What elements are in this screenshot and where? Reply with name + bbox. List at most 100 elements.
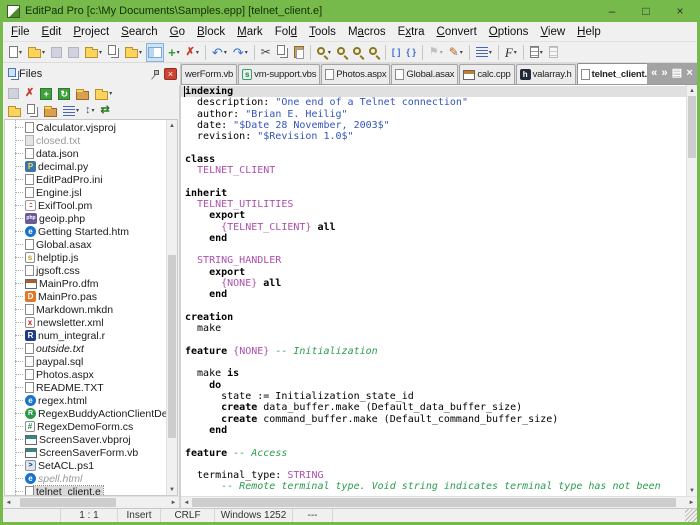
code-line[interactable] <box>185 244 686 255</box>
code-line[interactable] <box>185 176 686 187</box>
paste-button[interactable] <box>292 43 306 62</box>
dropdown-arrow-icon[interactable]: ▾ <box>76 107 79 114</box>
scroll-left-icon[interactable]: ◄ <box>181 500 192 506</box>
tab-photos-aspx[interactable]: Photos.aspx <box>321 64 390 84</box>
tree-item[interactable]: ::ExifTool.pm <box>5 199 166 212</box>
open-file-button[interactable]: ▾ <box>26 43 47 62</box>
tree-item[interactable]: Calculator.vjsproj <box>5 121 166 134</box>
browse-folder-button[interactable] <box>42 101 59 120</box>
fold-button[interactable]: ▾ <box>528 43 545 62</box>
dropdown-arrow-icon[interactable]: ▾ <box>540 49 543 56</box>
match-bracket-button[interactable]: [ ] <box>390 43 403 62</box>
dropdown-arrow-icon[interactable]: ▾ <box>460 49 463 56</box>
new-document-button[interactable]: +▾ <box>166 43 182 62</box>
copy-button[interactable] <box>275 43 290 62</box>
dropdown-arrow-icon[interactable]: ▾ <box>99 49 102 56</box>
save-file-button[interactable] <box>6 84 21 103</box>
code-line[interactable]: create data_buffer.make (Default_data_bu… <box>185 402 686 413</box>
code-line[interactable]: export <box>185 210 686 221</box>
dropdown-arrow-icon[interactable]: ▾ <box>42 49 45 56</box>
tree-item[interactable]: data.json <box>5 147 166 160</box>
search-button[interactable]: ▾ <box>315 43 333 62</box>
menu-extra[interactable]: Extra <box>392 24 431 40</box>
dropdown-arrow-icon[interactable]: ▾ <box>196 49 199 56</box>
dropdown-arrow-icon[interactable]: ▾ <box>19 49 22 56</box>
highlight-pen-button[interactable]: ✎▾ <box>447 43 465 62</box>
code-line[interactable]: {TELNET_CLIENT} all <box>185 222 686 233</box>
scroll-up-icon[interactable]: ▲ <box>167 120 177 131</box>
code-line[interactable]: author: "Brian E. Heilig" <box>185 109 686 120</box>
code-line[interactable]: description: "One end of a Telnet connec… <box>185 97 686 108</box>
code-line[interactable]: feature -- Access <box>185 448 686 459</box>
menu-go[interactable]: Go <box>164 24 191 40</box>
tree-item[interactable]: Engine.jsl <box>5 186 166 199</box>
tab-close-button[interactable]: × <box>686 68 692 79</box>
new-file-button[interactable]: ▾ <box>7 43 24 62</box>
dropdown-arrow-icon[interactable]: ▾ <box>245 49 248 56</box>
menu-search[interactable]: Search <box>115 24 163 40</box>
code-line[interactable]: indexing <box>181 86 686 97</box>
tree-scroll-thumb[interactable] <box>168 255 176 439</box>
tree-item[interactable]: jgsoft.css <box>5 264 166 277</box>
open-folder-button[interactable] <box>6 101 23 120</box>
code-line[interactable]: terminal_type: STRING <box>185 470 686 481</box>
code-line[interactable]: STRING_HANDLER <box>185 255 686 266</box>
code-line[interactable]: TELNET_UTILITIES <box>185 199 686 210</box>
tree-hscroll-track[interactable] <box>14 497 168 508</box>
status-segment[interactable]: 1 : 1 <box>61 509 118 522</box>
resize-grip-icon[interactable] <box>685 509 697 522</box>
sort-files-button[interactable]: ↕▾ <box>83 101 97 120</box>
code-line[interactable] <box>185 335 686 346</box>
code-line[interactable]: feature {NONE} -- Initialization <box>185 346 686 357</box>
tree-item[interactable]: EditPadPro.ini <box>5 173 166 186</box>
code-area[interactable]: indexing description: "One end of a Teln… <box>181 85 686 496</box>
maximize-button[interactable]: □ <box>629 0 663 22</box>
dropdown-arrow-icon[interactable]: ▾ <box>92 107 95 114</box>
line-numbers-button[interactable]: ▾ <box>474 43 494 62</box>
status-segment[interactable]: --- <box>293 509 333 522</box>
menu-file[interactable]: File <box>5 24 36 40</box>
tree-item[interactable]: Photos.aspx <box>5 368 166 381</box>
status-segment[interactable]: Windows 1252 <box>215 509 293 522</box>
editor-vertical-scrollbar[interactable]: ▲ ▼ <box>686 85 697 496</box>
dropdown-arrow-icon[interactable]: ▾ <box>177 49 180 56</box>
editor-scroll-track[interactable] <box>687 96 697 485</box>
tree-item[interactable]: Global.asax <box>5 238 166 251</box>
menu-help[interactable]: Help <box>571 24 607 40</box>
tree-item[interactable]: Markdown.mkdn <box>5 303 166 316</box>
tab-scroll-left-button[interactable]: « <box>651 68 657 79</box>
menu-view[interactable]: View <box>534 24 571 40</box>
scroll-right-icon[interactable]: ► <box>686 500 697 506</box>
favorites-button[interactable] <box>106 43 121 62</box>
tree-vertical-scrollbar[interactable]: ▲ ▼ <box>166 120 177 495</box>
tree-item[interactable]: #RegexDemoForm.cs <box>5 420 166 433</box>
scroll-down-icon[interactable]: ▼ <box>687 485 697 496</box>
tree-item[interactable]: ScreenSaver.vbproj <box>5 433 166 446</box>
filter-files-button[interactable]: ⇄ <box>99 101 112 120</box>
tree-item[interactable]: MainPro.dfm <box>5 277 166 290</box>
code-line[interactable] <box>185 142 686 153</box>
bookmark-button[interactable]: ⚑▾ <box>427 43 445 62</box>
compare-files-button[interactable] <box>25 101 40 120</box>
scroll-left-icon[interactable]: ◄ <box>3 500 14 506</box>
cut-button[interactable]: ✂ <box>259 43 273 62</box>
scroll-right-icon[interactable]: ► <box>168 500 179 506</box>
menu-tools[interactable]: Tools <box>303 24 342 40</box>
code-line[interactable]: export <box>185 267 686 278</box>
unfold-button[interactable] <box>547 43 560 62</box>
code-line[interactable] <box>185 436 686 447</box>
open-folder-button[interactable]: ▾ <box>123 43 144 62</box>
files-panel-button[interactable] <box>146 43 164 62</box>
editor-horizontal-scrollbar[interactable]: ◄ ► <box>181 496 697 508</box>
tab-global-asax[interactable]: Global.asax <box>391 64 458 84</box>
tab-calc-cpp[interactable]: calc.cpp <box>459 64 514 84</box>
scroll-up-icon[interactable]: ▲ <box>687 85 697 96</box>
tree-item[interactable]: closed.txt <box>5 134 166 147</box>
pin-icon[interactable] <box>149 69 160 80</box>
find-next-button[interactable] <box>351 43 365 62</box>
tab-scroll-right-button[interactable]: » <box>661 68 667 79</box>
status-segment[interactable]: Insert <box>118 509 161 522</box>
dropdown-arrow-icon[interactable]: ▾ <box>109 90 112 97</box>
search-back-button[interactable] <box>335 43 349 62</box>
scroll-down-icon[interactable]: ▼ <box>167 484 177 495</box>
